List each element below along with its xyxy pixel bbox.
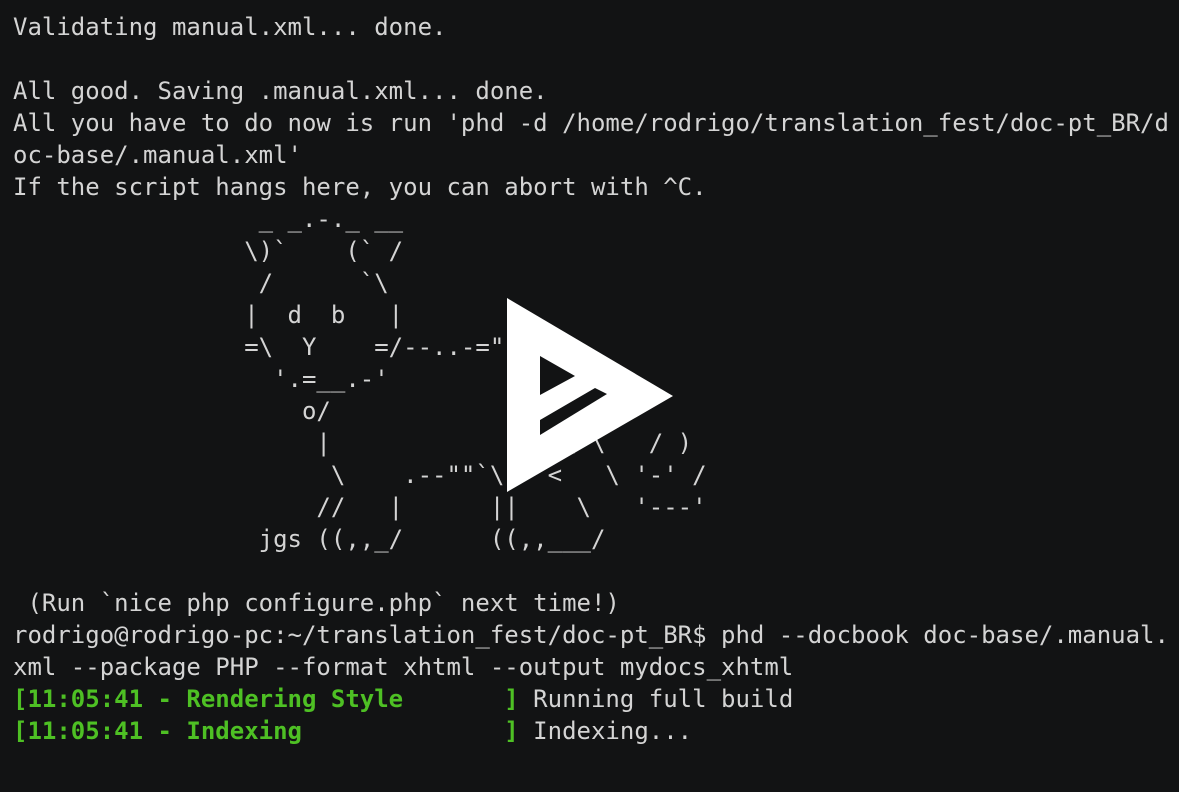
ascii-art-line: \)` (` / <box>13 237 404 265</box>
command-prompt-line: rodrigo@rodrigo-pc:~/translation_fest/do… <box>13 621 1169 649</box>
terminal-line: All you have to do now is run 'phd -d /h… <box>13 109 1169 137</box>
status-line: [11:05:41 - Indexing ] Indexing... <box>13 715 1179 747</box>
terminal-window: Validating manual.xml... done. All good.… <box>0 0 1179 792</box>
status-line: [11:05:41 - Rendering Style ] Running fu… <box>13 683 1179 715</box>
terminal-line: oc-base/.manual.xml' <box>13 141 302 169</box>
asciinema-play-icon <box>507 298 673 492</box>
status-message: Indexing... <box>518 717 693 745</box>
status-tag: [11:05:41 - Indexing ] <box>13 717 519 745</box>
ascii-art-line: jgs ((,,_/ ((,,___/ <box>13 525 606 553</box>
terminal-line: If the script hangs here, you can abort … <box>13 173 707 201</box>
ascii-art-line: // | || \ '---' <box>13 493 707 521</box>
play-button[interactable] <box>507 298 675 494</box>
terminal-line: All good. Saving .manual.xml... done. <box>13 77 548 105</box>
terminal-line: Validating manual.xml... done. <box>13 13 447 41</box>
command-prompt-line: xml --package PHP --format xhtml --outpu… <box>13 653 794 681</box>
ascii-art-line: / `\ <box>13 269 389 297</box>
terminal-line: (Run `nice php configure.php` next time!… <box>13 589 620 617</box>
status-tag: [11:05:41 - Rendering Style ] <box>13 685 519 713</box>
ascii-art-line: _ _.-._ __ <box>13 205 404 233</box>
status-message: Running full build <box>518 685 794 713</box>
